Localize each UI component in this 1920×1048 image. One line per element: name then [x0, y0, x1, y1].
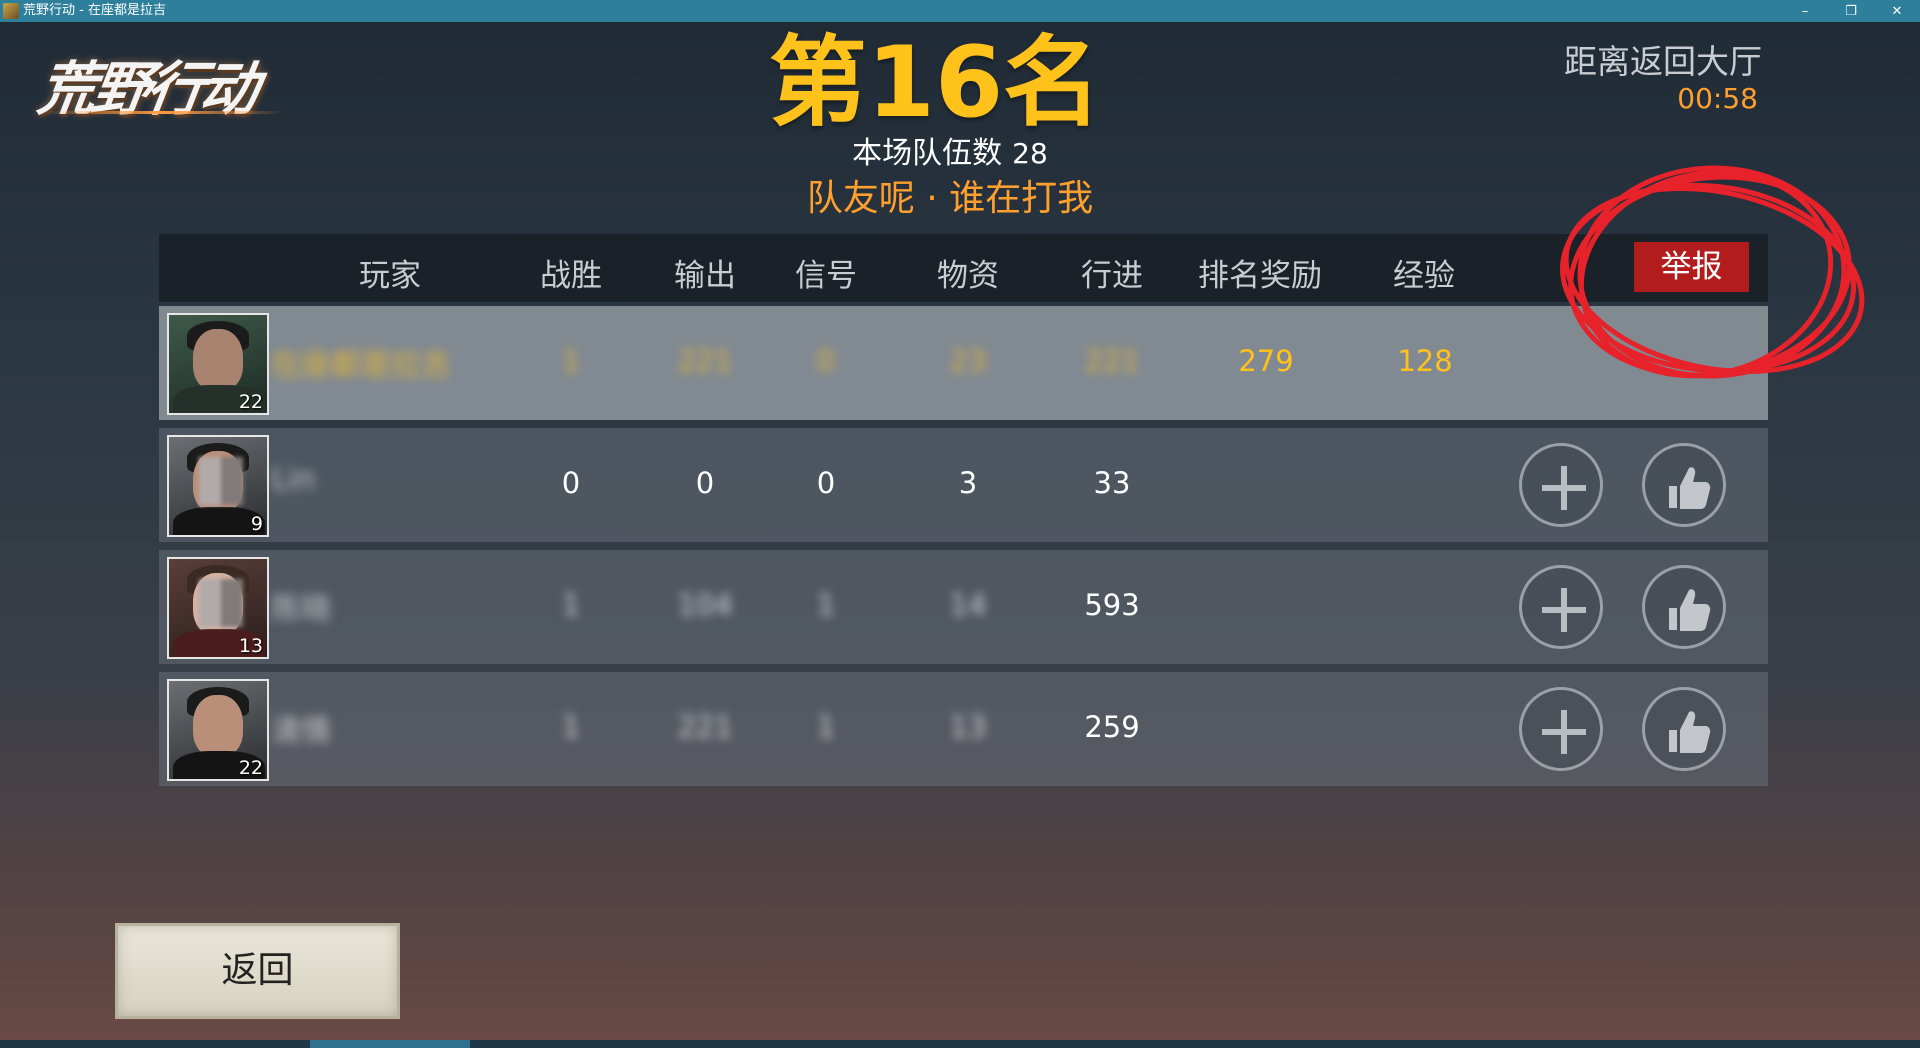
stat-signal: 0	[816, 344, 836, 378]
player-level: 22	[238, 757, 263, 779]
stat-signal: 1	[816, 588, 836, 622]
stat-damage: 221	[677, 344, 733, 378]
stat-kills: 1	[561, 344, 581, 378]
team-count-line: 本场队伍数 28	[0, 136, 1900, 172]
column-supplies: 物资	[937, 258, 999, 294]
app-icon	[3, 3, 19, 19]
stat-kills: 0	[561, 466, 581, 500]
stat-rank-reward: 279	[1238, 344, 1294, 378]
thumbs-up-icon	[1669, 467, 1711, 509]
slogan-text: 队友呢 · 谁在打我	[806, 178, 1094, 219]
stat-signal: 1	[816, 710, 836, 744]
column-rank-reward: 排名奖励	[1198, 258, 1322, 294]
stat-damage: 104	[677, 588, 733, 622]
report-button[interactable]: 举报	[1634, 242, 1749, 292]
avatar: 22	[167, 679, 269, 781]
window-controls: – ❐ ✕	[1782, 0, 1920, 22]
team-count-value: 28	[1012, 137, 1048, 170]
table-row: 22 清情 1 221 1 13 259	[159, 672, 1768, 786]
like-button[interactable]	[1642, 443, 1726, 527]
stat-supplies: 13	[949, 710, 987, 744]
window-title: 荒野行动 - 在座都是拉吉	[23, 3, 166, 18]
stat-travel: 33	[1093, 466, 1131, 500]
player-level: 13	[238, 635, 263, 657]
avatar: 9	[167, 435, 269, 537]
table-row: 13 陈晓 1 104 1 14 593	[159, 550, 1768, 664]
column-exp: 经验	[1393, 258, 1455, 294]
close-button[interactable]: ✕	[1874, 0, 1920, 22]
like-button[interactable]	[1642, 565, 1726, 649]
player-level: 9	[250, 513, 263, 535]
taskbar-segment	[310, 1040, 470, 1048]
player-name: 在座都是拉吉	[271, 348, 451, 383]
restore-button[interactable]: ❐	[1828, 0, 1874, 22]
plus-icon	[1542, 588, 1586, 632]
player-name: 陈晓	[271, 592, 331, 627]
stat-travel: 221	[1084, 344, 1140, 378]
stat-supplies: 3	[958, 466, 978, 500]
add-friend-button[interactable]	[1519, 687, 1603, 771]
avatar-face	[193, 329, 243, 391]
thumbs-up-icon	[1669, 711, 1711, 753]
player-level: 22	[238, 391, 263, 413]
stat-damage: 0	[695, 466, 715, 500]
stat-supplies: 14	[949, 588, 987, 622]
add-friend-button[interactable]	[1519, 443, 1603, 527]
table-row: 9 Lin 0 0 0 3 33	[159, 428, 1768, 542]
plus-icon	[1542, 710, 1586, 754]
thumbs-up-icon	[1669, 589, 1711, 631]
avatar: 13	[167, 557, 269, 659]
back-button[interactable]: 返回	[115, 923, 400, 1019]
stat-kills: 1	[561, 588, 581, 622]
taskbar-strip	[0, 1040, 1920, 1048]
stat-travel: 593	[1084, 588, 1140, 622]
column-signal: 信号	[795, 258, 857, 294]
stat-exp: 128	[1397, 344, 1453, 378]
avatar-face	[193, 695, 243, 757]
column-kills: 战胜	[540, 258, 602, 294]
return-lobby-label: 距离返回大厅	[1564, 42, 1762, 81]
countdown-timer: 00:58	[1677, 82, 1758, 115]
column-travel: 行进	[1081, 258, 1143, 294]
player-name: 清情	[271, 714, 331, 749]
column-player: 玩家	[359, 258, 421, 294]
team-count-label: 本场队伍数	[852, 136, 1003, 171]
avatar-mosaic	[199, 579, 243, 627]
minimize-button[interactable]: –	[1782, 0, 1828, 22]
stat-travel: 259	[1084, 710, 1140, 744]
add-friend-button[interactable]	[1519, 565, 1603, 649]
avatar-mosaic	[199, 457, 243, 505]
table-row: 22 在座都是拉吉 1 221 0 23 221 279 128	[159, 306, 1768, 420]
stat-damage: 221	[677, 710, 733, 744]
player-name: Lin	[271, 462, 316, 497]
like-button[interactable]	[1642, 687, 1726, 771]
stat-kills: 1	[561, 710, 581, 744]
plus-icon	[1542, 466, 1586, 510]
avatar: 22	[167, 313, 269, 415]
stat-supplies: 23	[949, 344, 987, 378]
window-title-bar: 荒野行动 - 在座都是拉吉 – ❐ ✕	[0, 0, 1920, 22]
scoreboard-header: 玩家 战胜 输出 信号 物资 行进 排名奖励 经验	[159, 234, 1768, 302]
column-damage: 输出	[674, 258, 736, 294]
stat-signal: 0	[816, 466, 836, 500]
